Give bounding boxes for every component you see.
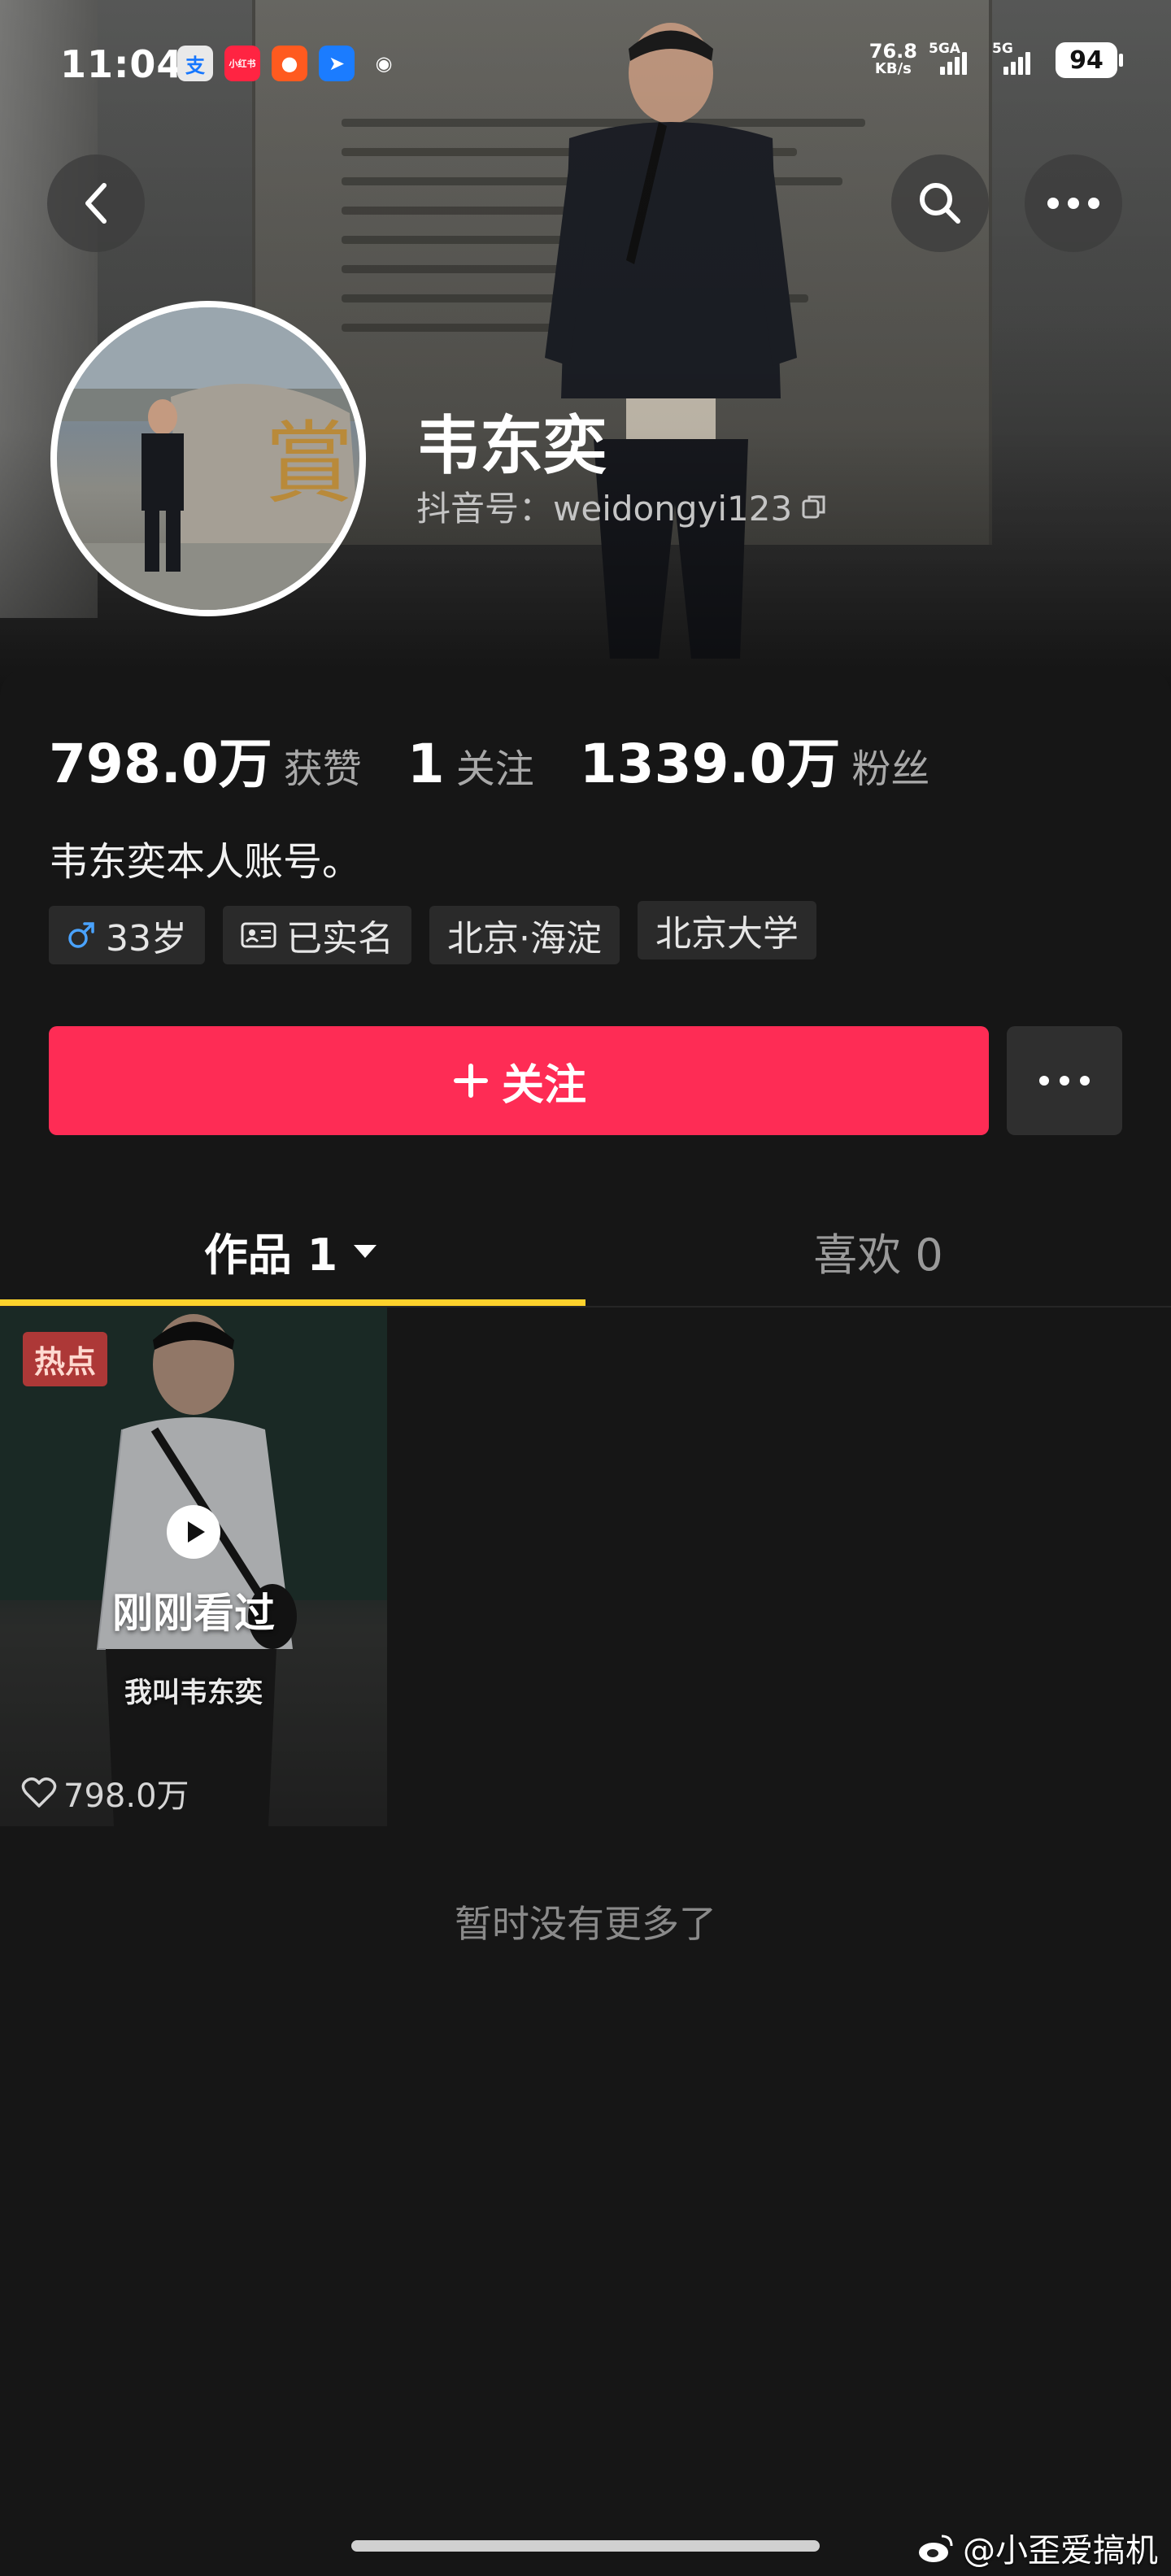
profile-stats: 798.0万 获赞 1 关注 1339.0万 粉丝 [49,720,975,798]
status-indicators: 76.8 KB/s 5GA 5G 94 [868,40,1123,78]
weibo-icon [919,2535,953,2562]
copy-icon[interactable] [800,493,828,520]
tab-works-label: 作品 1 [203,1229,338,1281]
signal-5ga-icon: 5GA [929,41,981,75]
more-dots-icon [1047,198,1099,209]
active-tab-indicator [0,1299,586,1306]
recently-watched-label: 刚刚看过 [112,1590,275,1637]
followers-count[interactable]: 1339.0万 [580,720,841,798]
video-thumbnail[interactable]: 热点 [0,1308,387,1826]
verified-tag: 已实名 [223,906,411,964]
school-text: 北京大学 [655,913,799,955]
status-bar: 11:04 支小红书 ● ➤ ◉ 76.8 KB/s 5GA 5G 94 [0,0,1171,122]
more-actions-button[interactable] [1007,1026,1122,1135]
back-button[interactable] [47,154,145,252]
tab-likes[interactable]: 喜欢 0 [586,1195,1171,1306]
battery-icon: 94 [1056,42,1123,78]
plus-icon [453,1064,488,1098]
news-app-icon: ● [272,46,307,81]
search-button[interactable] [891,154,989,252]
xiaohongshu-icon: 小红书 [224,46,260,81]
followers-label[interactable]: 粉丝 [851,737,929,794]
location-tag: 北京·海淀 [429,906,620,964]
avatar-photo: 賞 [57,307,359,610]
video-caption: 我叫韦东奕 [124,1677,263,1709]
caret-down-icon [354,1245,377,1258]
location-text: 北京·海淀 [447,918,602,959]
tab-works[interactable]: 作品 1 [0,1195,586,1306]
tab-likes-label: 喜欢 0 [813,1229,943,1281]
home-indicator[interactable] [351,2540,820,2552]
male-gender-icon [68,922,94,948]
profile-nickname: 韦东奕 [416,410,607,483]
hot-badge: 热点 [23,1332,108,1386]
status-app-icons: 支小红书 ● ➤ ◉ [177,46,402,81]
content-tabs: 作品 1 喜欢 0 [0,1195,1171,1308]
likes-label[interactable]: 获赞 [284,737,362,794]
school-tag[interactable]: 北京大学 [638,901,816,959]
follow-button-label: 关注 [501,1060,586,1110]
id-card-icon [241,922,276,948]
network-speed: 76.8 KB/s [868,40,917,77]
verified-text: 已实名 [286,918,394,959]
age-tag: 33岁 [49,906,205,964]
heart-icon [21,1777,57,1808]
end-of-list-text: 暂时没有更多了 [455,1902,716,1946]
more-dots-icon [1039,1076,1090,1086]
video-likes-count: 798.0万 [63,1778,189,1815]
following-label[interactable]: 关注 [456,737,534,794]
douyin-id-text: 抖音号：weidongyi123 [416,489,793,529]
status-time: 11:04 [60,42,184,86]
play-icon [167,1505,220,1559]
douyin-id[interactable]: 抖音号：weidongyi123 [416,481,828,531]
chevron-left-icon [85,183,107,224]
profile-tags: 33岁 已实名 北京·海淀 北京大学 [49,901,816,964]
watermark-text: @小歪爱搞机 [963,2532,1158,2569]
more-options-button[interactable] [1025,154,1122,252]
watermark: @小歪爱搞机 [917,2524,1158,2571]
age-text: 33岁 [106,918,187,959]
search-icon [920,183,960,224]
following-count[interactable]: 1 [407,733,445,795]
svg-text:賞: 賞 [264,411,354,516]
follow-button[interactable]: 关注 [49,1026,989,1135]
navigation-app-icon: ➤ [319,46,355,81]
profile-bio: 韦东奕本人账号。 [49,839,362,885]
likes-count[interactable]: 798.0万 [49,720,272,798]
weibo-icon: ◉ [375,52,393,75]
signal-5g-icon: 5G [992,41,1044,75]
avatar[interactable]: 賞 [50,301,366,616]
alipay-icon: 支 [177,46,213,81]
video-likes: 798.0万 [21,1769,189,1817]
